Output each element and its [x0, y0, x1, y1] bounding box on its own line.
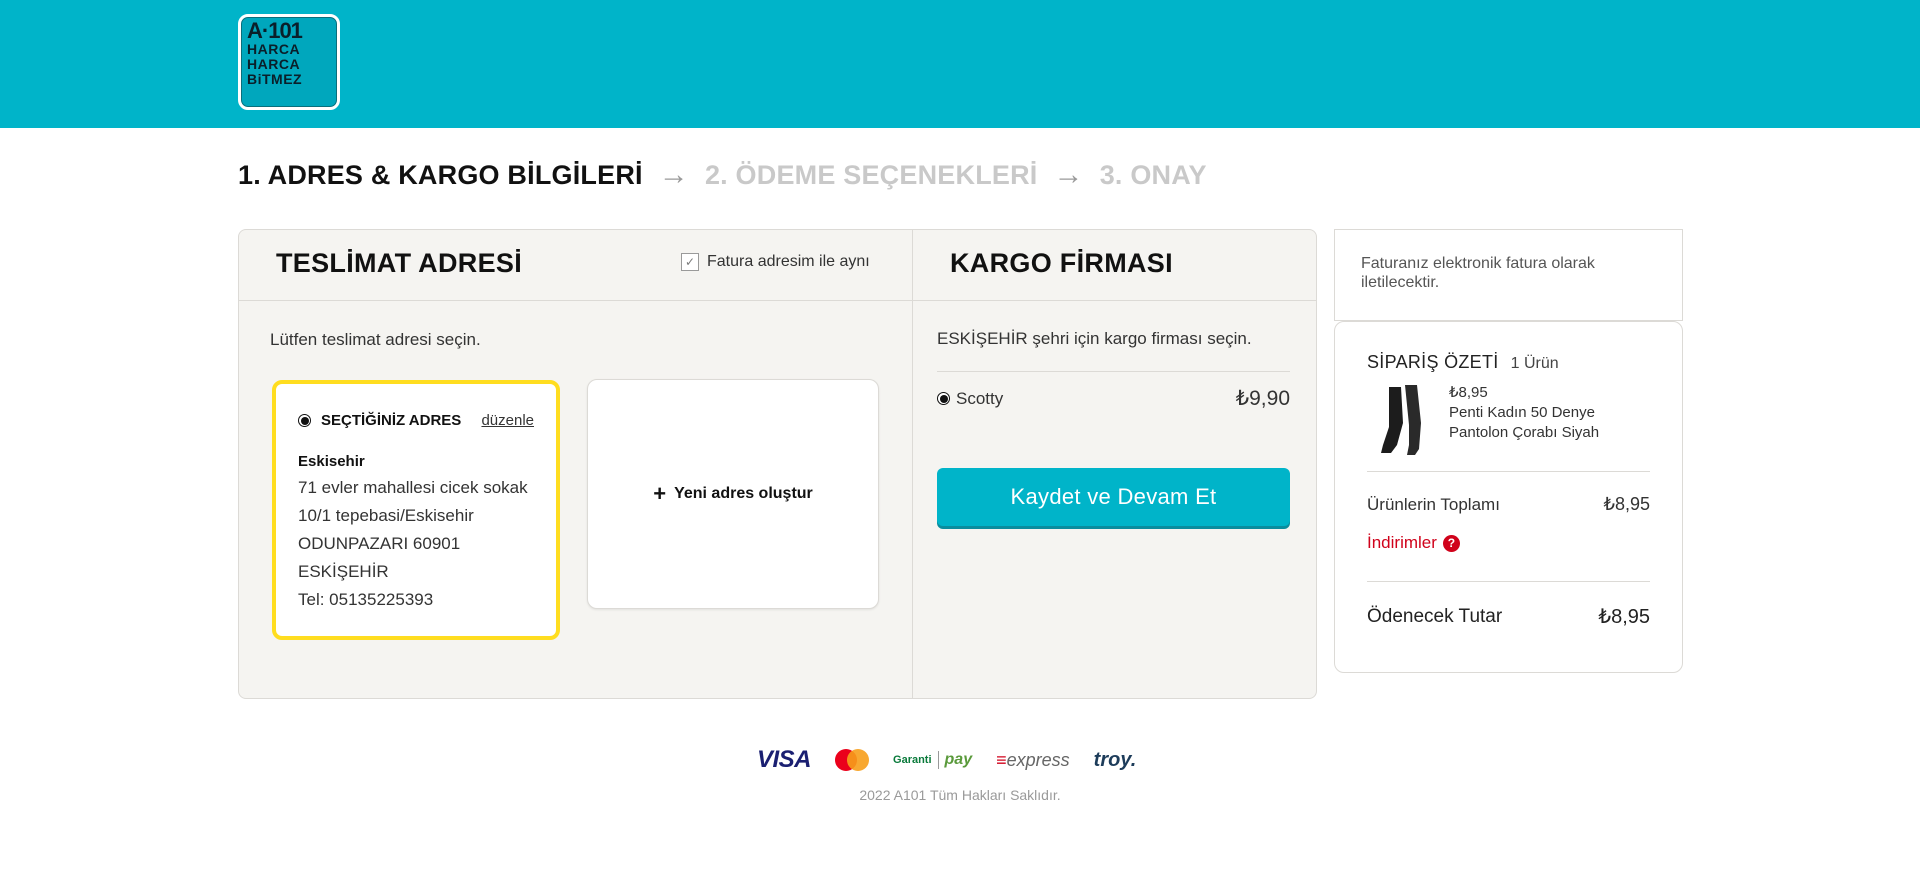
- address-radio[interactable]: [298, 414, 311, 427]
- arrow-right-icon: →: [1053, 158, 1084, 191]
- logo-line-2: HARCA: [247, 41, 301, 57]
- troy-logo: troy.: [1093, 748, 1137, 771]
- delivery-address-title: TESLİMAT ADRESİ: [276, 248, 522, 278]
- address-line: 71 evler mahallesi cicek sokak: [298, 478, 528, 497]
- subtotal-value: ₺8,95: [1603, 494, 1651, 514]
- address-line: 10/1 tepebasi/Eskisehir: [298, 506, 474, 525]
- express-logo: ≡ express: [996, 750, 1070, 771]
- save-and-continue-button[interactable]: Kaydet ve Devam Et: [937, 468, 1290, 526]
- product-name-line-1: Penti Kadın 50 Denye: [1449, 404, 1595, 421]
- summary-divider: [1367, 471, 1650, 472]
- cargo-option-row[interactable]: Scotty ₺9,90: [937, 386, 1290, 411]
- same-invoice-label: Fatura adresim ile aynı: [707, 253, 870, 270]
- copyright-text: 2022 A101 Tüm Hakları Saklıdır.: [859, 787, 1061, 803]
- delivery-hint: Lütfen teslimat adresi seçin.: [270, 330, 481, 349]
- plus-icon: +: [653, 481, 667, 506]
- address-phone: Tel: 05135225393: [298, 590, 434, 609]
- total-value: ₺8,95: [1598, 606, 1650, 628]
- address-card-header: SEÇTİĞİNİZ ADRES düzenle: [298, 412, 534, 429]
- order-summary: SİPARİŞ ÖZETİ 1 Ürün ₺8,95 Penti Kadın 5…: [1334, 321, 1683, 673]
- address-cargo-panel: TESLİMAT ADRESİ ✓ Fatura adresim ile ayn…: [238, 229, 1317, 699]
- edit-address-link[interactable]: düzenle: [481, 412, 534, 429]
- column-divider: [912, 230, 913, 698]
- same-invoice-address-checkbox[interactable]: ✓ Fatura adresim ile aynı: [681, 253, 870, 271]
- logo-line-1: A·101: [247, 18, 303, 43]
- discounts-label: İndirimler: [1367, 533, 1437, 552]
- discounts-row[interactable]: İndirimler ?: [1367, 533, 1650, 553]
- mastercard-logo: [835, 749, 870, 771]
- subtotal-row: Ürünlerin Toplamı ₺8,95: [1367, 494, 1650, 515]
- step-confirmation: 3. ONAY: [1099, 159, 1207, 190]
- cargo-radio[interactable]: [937, 392, 950, 405]
- question-icon[interactable]: ?: [1442, 534, 1460, 552]
- address-line: ESKİŞEHİR: [298, 562, 389, 581]
- order-summary-title: SİPARİŞ ÖZETİ: [1367, 352, 1499, 372]
- visa-logo: VISA: [757, 746, 812, 773]
- product-thumbnail[interactable]: [1367, 383, 1435, 459]
- cargo-option-name: Scotty: [956, 388, 1004, 408]
- product-name-line-2: Pantolon Çorabı Siyah: [1449, 424, 1600, 441]
- check-icon[interactable]: ✓: [681, 253, 699, 271]
- new-address-card[interactable]: + Yeni adres oluştur: [587, 379, 879, 609]
- cargo-hint: ESKİŞEHİR şehri için kargo firması seçin…: [937, 329, 1252, 348]
- selected-address-label: SEÇTİĞİNİZ ADRES: [321, 412, 462, 429]
- garanti-pay-logo: Garanti pay: [893, 751, 972, 769]
- payment-logos: VISA Garanti pay ≡ express troy.: [757, 746, 1160, 774]
- subtotal-label: Ürünlerin Toplamı: [1367, 494, 1500, 514]
- garanti-pay-text: pay: [937, 751, 972, 769]
- logo-line-3: HARCA: [247, 56, 301, 72]
- mastercard-circles-icon: [835, 749, 870, 771]
- total-label: Ödenecek Tutar: [1367, 605, 1503, 627]
- top-header: A·101 HARCA HARCA BiTMEZ: [0, 0, 1920, 128]
- product-item[interactable]: ₺8,95 Penti Kadın 50 Denye Pantolon Çora…: [1367, 383, 1650, 459]
- express-text: express: [1006, 749, 1070, 770]
- summary-divider: [1367, 581, 1650, 582]
- checkout-steps: 1. ADRES & KARGO BİLGİLERİ → 2. ÖDEME SE…: [238, 158, 1207, 192]
- step-payment-options: 2. ÖDEME SEÇENEKLERİ: [704, 159, 1038, 190]
- arrow-right-icon: →: [658, 158, 689, 191]
- address-line: ODUNPAZARI 60901: [298, 534, 461, 553]
- step-address-cargo: 1. ADRES & KARGO BİLGİLERİ: [238, 159, 643, 190]
- header-divider: [239, 300, 1316, 301]
- address-name: Eskisehir: [298, 453, 365, 470]
- cargo-divider: [937, 371, 1290, 372]
- new-address-label: Yeni adres oluştur: [674, 485, 813, 502]
- express-mark: ≡: [996, 749, 1007, 770]
- logo-line-4: BiTMEZ: [247, 71, 303, 87]
- cargo-company-title: KARGO FİRMASI: [950, 248, 1173, 278]
- cargo-option-price: ₺9,90: [1235, 387, 1290, 410]
- product-price: ₺8,95: [1449, 384, 1488, 401]
- item-count: 1 Ürün: [1510, 355, 1559, 372]
- total-row: Ödenecek Tutar ₺8,95: [1367, 604, 1650, 629]
- e-invoice-notice: Faturanız elektronik fatura olarak ileti…: [1334, 229, 1683, 321]
- selected-address-card[interactable]: SEÇTİĞİNİZ ADRES düzenle Eskisehir 71 ev…: [272, 380, 560, 640]
- garanti-text: Garanti: [893, 754, 932, 766]
- a101-logo[interactable]: A·101 HARCA HARCA BiTMEZ: [238, 14, 340, 110]
